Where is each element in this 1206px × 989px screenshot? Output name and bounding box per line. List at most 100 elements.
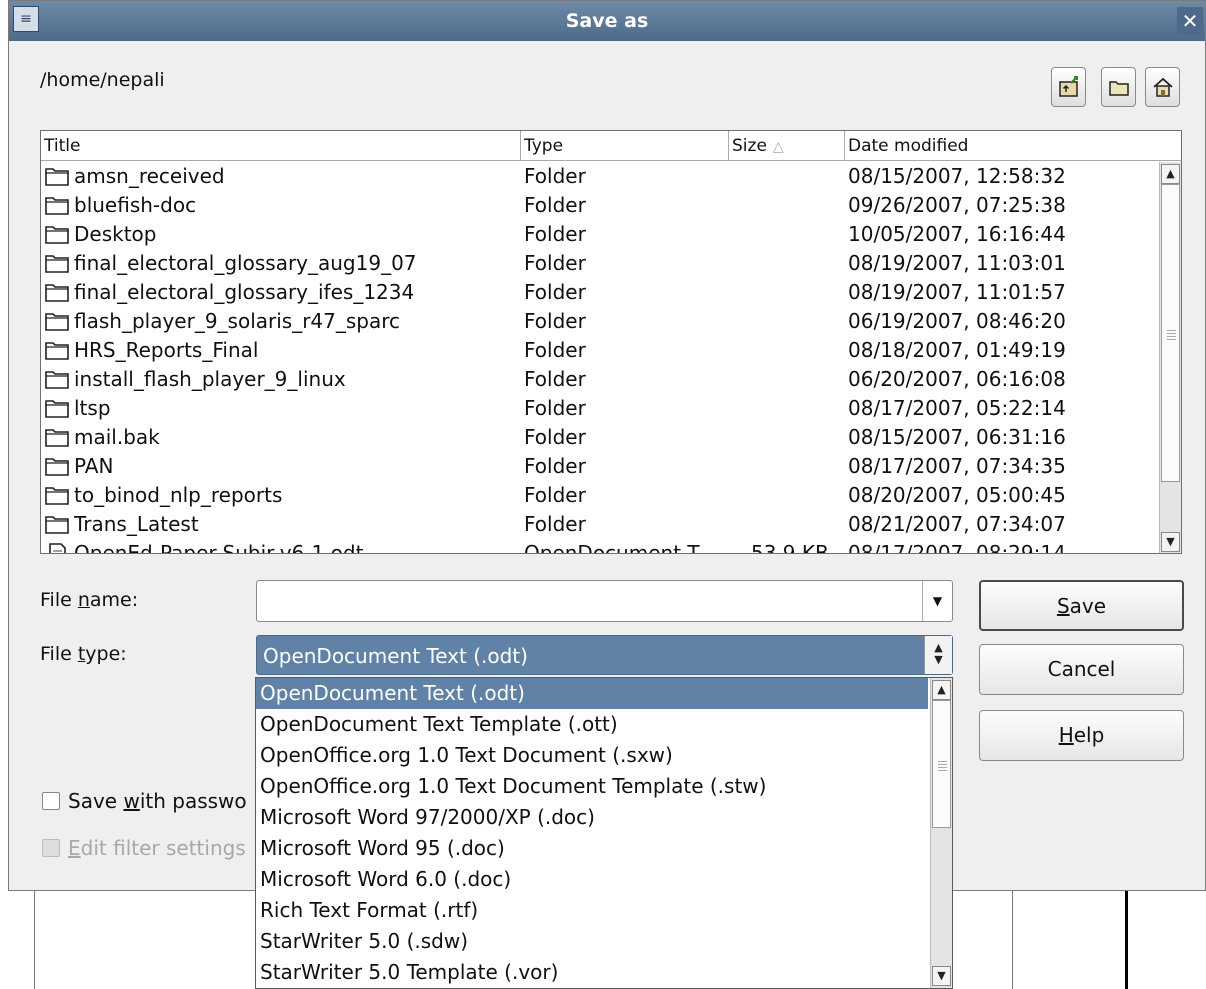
scroll-down-arrow[interactable]: ▼ <box>932 966 951 986</box>
checkbox-box[interactable] <box>42 791 60 810</box>
row-title: OpenEd-Paper-Subir-v6-1.odt <box>74 541 364 554</box>
row-title: Trans_Latest <box>74 512 199 536</box>
table-row[interactable]: bluefish-doc Folder 09/26/2007, 07:25:38 <box>41 191 1159 220</box>
folder-icon <box>45 486 69 505</box>
row-type: Folder <box>524 280 586 304</box>
table-row[interactable]: flash_player_9_solaris_r47_sparc Folder 06… <box>41 307 1159 336</box>
folder-icon <box>45 167 69 186</box>
home-icon <box>1152 77 1173 97</box>
folder-icon <box>45 254 69 273</box>
row-date: 06/19/2007, 08:46:20 <box>848 309 1066 333</box>
row-date: 08/15/2007, 06:31:16 <box>848 425 1066 449</box>
row-title: Desktop <box>74 222 157 246</box>
dropdown-option[interactable]: Microsoft Word 6.0 (.doc) <box>256 864 928 895</box>
checkbox-box-disabled <box>42 838 60 857</box>
folder-icon <box>45 399 69 418</box>
row-title: mail.bak <box>74 425 160 449</box>
file-list-scrollbar[interactable]: ▲ ▼ <box>1159 162 1181 553</box>
row-date: 08/17/2007, 08:29:14 <box>848 541 1066 554</box>
file-type-label: File type: <box>40 643 127 665</box>
row-date: 09/26/2007, 07:25:38 <box>848 193 1066 217</box>
page-edge-right <box>1012 890 1013 989</box>
dropdown-option[interactable]: OpenDocument Text (.odt) <box>256 678 928 709</box>
up-folder-icon <box>1058 76 1078 97</box>
dropdown-option[interactable]: Microsoft Word 95 (.doc) <box>256 833 928 864</box>
table-row[interactable]: mail.bak Folder 08/15/2007, 06:31:16 <box>41 423 1159 452</box>
column-header-size[interactable]: Size △ <box>729 131 845 161</box>
table-row[interactable]: final_electoral_glossary_ifes_1234 Folder… <box>41 278 1159 307</box>
table-row[interactable]: final_electoral_glossary_aug19_07 Folder 0… <box>41 249 1159 278</box>
row-date: 08/17/2007, 07:34:35 <box>848 454 1066 478</box>
current-path: /home/nepali <box>40 69 165 91</box>
file-name-dropdown-button[interactable]: ▼ <box>922 581 952 621</box>
file-type-spinner-icon[interactable]: ▲ ▼ <box>924 636 952 674</box>
close-icon: ✕ <box>1181 9 1199 33</box>
scroll-up-arrow[interactable]: ▲ <box>1161 164 1180 184</box>
dropdown-scrollbar[interactable]: ▲ ▼ <box>930 678 952 988</box>
cancel-button[interactable]: Cancel <box>979 644 1184 695</box>
row-date: 08/21/2007, 07:34:07 <box>848 512 1066 536</box>
scroll-thumb[interactable] <box>932 700 951 828</box>
folder-icon <box>45 312 69 331</box>
scroll-down-arrow[interactable]: ▼ <box>1161 532 1180 552</box>
dropdown-option[interactable]: OpenOffice.org 1.0 Text Document Templat… <box>256 771 928 802</box>
new-folder-icon <box>1108 81 1129 96</box>
column-size-label: Size <box>732 136 767 156</box>
up-one-level-button[interactable] <box>1051 67 1086 107</box>
column-header-type[interactable]: Type <box>521 131 729 161</box>
row-title: final_electoral_glossary_ifes_1234 <box>74 280 415 304</box>
row-date: 06/20/2007, 06:16:08 <box>848 367 1066 391</box>
file-type-value: OpenDocument Text (.odt) <box>263 644 528 668</box>
column-header-date[interactable]: Date modified <box>845 131 1181 161</box>
row-date: 08/15/2007, 12:58:32 <box>848 164 1066 188</box>
row-type: Folder <box>524 251 586 275</box>
folder-icon <box>45 196 69 215</box>
row-title: PAN <box>74 454 114 478</box>
table-row[interactable]: ltsp Folder 08/17/2007, 05:22:14 <box>41 394 1159 423</box>
row-type: Folder <box>524 164 586 188</box>
row-title: final_electoral_glossary_aug19_07 <box>74 251 417 275</box>
home-folder-button[interactable] <box>1145 67 1180 107</box>
dropdown-option[interactable]: StarWriter 5.0 Template (.vor) <box>256 957 928 988</box>
table-row[interactable]: OpenEd-Paper-Subir-v6-1.odt OpenDocument … <box>41 539 1159 554</box>
scroll-thumb[interactable] <box>1161 184 1180 482</box>
file-name-label: File name: <box>40 589 139 611</box>
save-button[interactable]: Save <box>979 580 1184 631</box>
table-row[interactable]: HRS_Reports_Final Folder 08/18/2007, 01:49… <box>41 336 1159 365</box>
table-row[interactable]: to_binod_nlp_reports Folder 08/20/2007, 05… <box>41 481 1159 510</box>
dropdown-option[interactable]: Rich Text Format (.rtf) <box>256 895 928 926</box>
dropdown-option[interactable]: OpenDocument Text Template (.ott) <box>256 709 928 740</box>
save-with-password-checkbox[interactable]: Save with passwo <box>42 789 247 813</box>
file-rows: amsn_received Folder 08/15/2007, 12:58:32 b… <box>41 162 1159 554</box>
folder-icon <box>45 370 69 389</box>
file-list: Title Type Size △ Date modified amsn_rece… <box>40 130 1182 554</box>
row-date: 08/19/2007, 11:03:01 <box>848 251 1066 275</box>
file-name-input[interactable]: ▼ <box>256 580 953 622</box>
scroll-up-arrow[interactable]: ▲ <box>932 680 951 700</box>
row-title: ltsp <box>74 396 111 420</box>
new-folder-button[interactable] <box>1101 67 1136 107</box>
column-header-title[interactable]: Title <box>41 131 521 161</box>
page-edge-left <box>34 890 35 989</box>
table-row[interactable]: amsn_received Folder 08/15/2007, 12:58:32 <box>41 162 1159 191</box>
close-button[interactable]: ✕ <box>1177 7 1203 35</box>
file-type-dropdown-list: OpenDocument Text (.odt) OpenDocument Tex… <box>255 677 953 989</box>
file-type-select[interactable]: OpenDocument Text (.odt) ▲ ▼ <box>256 635 953 675</box>
title-bar[interactable]: ≡ Save as ✕ <box>9 1 1205 41</box>
dropdown-option[interactable]: Microsoft Word 97/2000/XP (.doc) <box>256 802 928 833</box>
help-button[interactable]: Help <box>979 710 1184 761</box>
folder-icon <box>45 457 69 476</box>
file-list-header: Title Type Size △ Date modified <box>41 131 1181 161</box>
table-row[interactable]: Trans_Latest Folder 08/21/2007, 07:34:07 <box>41 510 1159 539</box>
dropdown-option[interactable]: OpenOffice.org 1.0 Text Document (.sxw) <box>256 740 928 771</box>
dropdown-option[interactable]: StarWriter 5.0 (.sdw) <box>256 926 928 957</box>
row-title: bluefish-doc <box>74 193 197 217</box>
row-date: 10/05/2007, 16:16:44 <box>848 222 1066 246</box>
window-title: Save as <box>565 10 649 32</box>
row-title: HRS_Reports_Final <box>74 338 259 362</box>
table-row[interactable]: Desktop Folder 10/05/2007, 16:16:44 <box>41 220 1159 249</box>
table-row[interactable]: install_flash_player_9_linux Folder 06/20/… <box>41 365 1159 394</box>
table-row[interactable]: PAN Folder 08/17/2007, 07:34:35 <box>41 452 1159 481</box>
page-border-right <box>1125 890 1128 989</box>
row-type: Folder <box>524 309 586 333</box>
